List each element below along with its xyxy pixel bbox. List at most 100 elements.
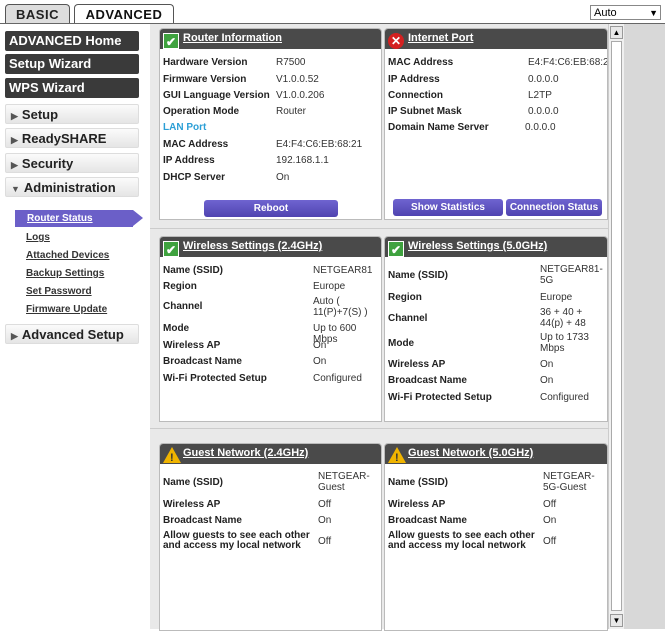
row-value: On [276, 172, 290, 183]
scroll-thumb[interactable] [611, 41, 622, 611]
row-label: Mode [388, 338, 415, 349]
subnav-set-password[interactable]: Set Password [26, 286, 92, 297]
row-value: On [313, 356, 327, 367]
top-bar: BASIC ADVANCED Auto ▼ [0, 0, 665, 24]
row-label: Channel [163, 301, 203, 312]
row-value: Europe [313, 281, 346, 292]
nav-security[interactable]: ▶ Security [5, 153, 139, 173]
caret-right-icon: ▶ [11, 135, 18, 145]
wireless-50-header: ✔ Wireless Settings (5.0GHz) [385, 237, 607, 257]
error-icon: ✕ [388, 33, 404, 49]
row-value: 0.0.0.0 [528, 74, 559, 85]
row-value: NETGEAR-5G-Guest [543, 471, 595, 493]
warning-icon: ! [163, 447, 181, 464]
reboot-button[interactable]: Reboot [204, 200, 338, 217]
row-label: Allow guests to see each other and acces… [388, 530, 535, 551]
nav-readyshare[interactable]: ▶ ReadySHARE [5, 128, 139, 148]
nav-setup[interactable]: ▶ Setup [5, 104, 139, 124]
row-value: Europe [540, 292, 573, 303]
row-label: IP Subnet Mask [388, 106, 462, 117]
row-value: L2TP [528, 90, 552, 101]
nav-administration[interactable]: ▼ Administration [5, 177, 139, 197]
row-value: Auto ( 11(P)+7(S) ) [313, 296, 368, 318]
show-statistics-button[interactable]: Show Statistics [393, 199, 503, 216]
internet-port-header: ✕ Internet Port [385, 29, 607, 49]
row-label: Operation Mode [163, 106, 240, 117]
row-value: NETGEAR-Guest [318, 471, 370, 493]
row-value: NETGEAR81-5G [540, 264, 603, 286]
guest-50-title[interactable]: Guest Network (5.0GHz) [408, 447, 533, 459]
wireless-24-header: ✔ Wireless Settings (2.4GHz) [160, 237, 381, 257]
connection-status-button[interactable]: Connection Status [506, 199, 602, 216]
check-icon: ✔ [163, 33, 179, 49]
row-value: On [318, 515, 332, 526]
warning-icon: ! [388, 447, 406, 464]
guest-50-header: ! Guest Network (5.0GHz) [385, 444, 607, 464]
nav-advanced-home[interactable]: ADVANCED Home [5, 31, 139, 51]
subnav-router-status[interactable]: Router Status [15, 210, 143, 227]
row-value: NETGEAR81 [313, 265, 373, 276]
internet-port-title[interactable]: Internet Port [408, 32, 473, 44]
nav-readyshare-label: ReadySHARE [21, 131, 107, 146]
nav-wps-wizard[interactable]: WPS Wizard [5, 78, 139, 98]
row-label: Name (SSID) [163, 477, 224, 488]
row-value: Up to 1733 Mbps [540, 332, 589, 354]
row-label: Wireless AP [163, 499, 221, 510]
row-label: Name (SSID) [388, 477, 449, 488]
row-value: Configured [540, 392, 589, 403]
nav-administration-label: Administration [23, 180, 116, 195]
row-label: Broadcast Name [163, 356, 242, 367]
nav-advanced-setup[interactable]: ▶ Advanced Setup [5, 324, 139, 344]
row-label: Firmware Version [163, 74, 247, 85]
row-value: V1.0.0.206 [276, 90, 325, 101]
subnav-firmware-update[interactable]: Firmware Update [26, 304, 107, 315]
language-selected: Auto [594, 7, 617, 19]
guest-50-panel: ! Guest Network (5.0GHz) Name (SSID) NETG… [384, 443, 608, 631]
gutter [624, 24, 665, 629]
row-value: R7500 [276, 57, 306, 68]
row-label: Allow guests to see each other and acces… [163, 530, 310, 551]
row-label: MAC Address [163, 139, 229, 150]
tab-basic[interactable]: BASIC [5, 4, 70, 23]
row-value: 0.0.0.0 [528, 106, 559, 117]
router-info-panel: ✔ Router Information Hardware Version R75… [159, 28, 382, 220]
row-label: Broadcast Name [388, 375, 467, 386]
row-label: Broadcast Name [388, 515, 467, 526]
row-label: Name (SSID) [163, 265, 224, 276]
subnav-logs[interactable]: Logs [26, 232, 50, 243]
router-info-header: ✔ Router Information [160, 29, 381, 49]
sidebar: ADVANCED Home Setup Wizard WPS Wizard ▶ S… [0, 24, 150, 629]
row-label: DHCP Server [163, 172, 226, 183]
guest-24-header: ! Guest Network (2.4GHz) [160, 444, 381, 464]
internet-port-panel: ✕ Internet Port MAC Address E4:F4:C6:EB:6… [384, 28, 608, 220]
caret-right-icon: ▶ [11, 111, 18, 121]
row-value: 0.0.0.0 [525, 122, 556, 133]
wireless-50-title[interactable]: Wireless Settings (5.0GHz) [408, 240, 547, 252]
caret-down-icon: ▼ [11, 184, 20, 194]
router-info-title[interactable]: Router Information [183, 32, 282, 44]
scroll-down-icon[interactable]: ▼ [610, 614, 623, 627]
row-label: Wireless AP [163, 340, 221, 351]
check-icon: ✔ [163, 241, 179, 257]
subnav-backup-settings[interactable]: Backup Settings [26, 268, 104, 279]
nav-setup-wizard[interactable]: Setup Wizard [5, 54, 139, 74]
scroll-up-icon[interactable]: ▲ [610, 26, 623, 39]
wireless-24-title[interactable]: Wireless Settings (2.4GHz) [183, 240, 322, 252]
divider [150, 428, 608, 429]
guest-24-title[interactable]: Guest Network (2.4GHz) [183, 447, 308, 459]
check-icon: ✔ [388, 241, 404, 257]
language-select[interactable]: Auto ▼ [590, 5, 661, 20]
row-label: MAC Address [388, 57, 454, 68]
subnav-attached-devices[interactable]: Attached Devices [26, 250, 109, 261]
lan-port-heading: LAN Port [163, 122, 207, 133]
row-value: Off [543, 499, 557, 510]
row-label: Region [388, 292, 422, 303]
row-label: GUI Language Version [163, 90, 270, 101]
row-value: 192.168.1.1 [276, 155, 329, 166]
tab-advanced[interactable]: ADVANCED [74, 4, 174, 23]
row-label: Wireless AP [388, 499, 446, 510]
row-label: Name (SSID) [388, 270, 449, 281]
nav-setup-label: Setup [21, 107, 59, 122]
row-value: Off [318, 499, 332, 510]
scrollbar[interactable]: ▲ ▼ [608, 24, 624, 629]
